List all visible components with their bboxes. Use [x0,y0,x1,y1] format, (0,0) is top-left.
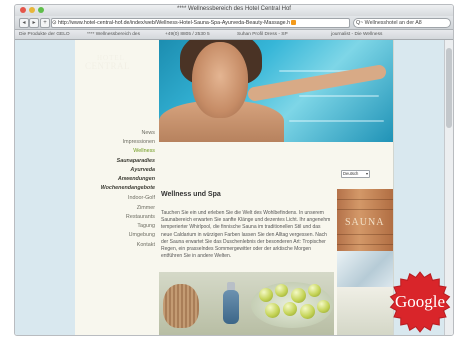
nav-item-wochenendangebote[interactable]: Wochenendangebote [101,185,155,191]
rss-icon[interactable] [291,20,297,25]
nav-item-zimmer[interactable]: Zimmer [137,205,155,211]
logo-main-text: CENTRAL [85,61,130,71]
nav-item-impressionen[interactable]: Impressionen [123,139,155,145]
forward-arrow-icon[interactable]: ▸ [29,18,39,28]
nav-item-kontakt[interactable]: Kontakt [137,242,155,248]
content-heading: Wellness und Spa [161,191,221,198]
relaxation-image [337,287,393,335]
language-select[interactable]: Deutsch ▾ [341,170,370,178]
nav-item-anwendungen[interactable]: Anwendungen [118,176,155,182]
url-text: http://www.hotel-central-hof.de/index/we… [57,20,291,26]
bookmarks-bar: Die Produkte der GELO **** Wellnessberei… [15,30,453,40]
side-photo-strip: SAUNA [337,189,393,335]
address-bar[interactable]: ⊙ http://www.hotel-central-hof.de/index/… [51,18,350,28]
title-bar: **** Wellnessbereich des Hotel Central H… [15,5,453,16]
nav-item-restaurants[interactable]: Restaurants [126,214,155,220]
bookmark-item[interactable]: **** Wellnessbereich des [87,30,140,39]
bookmark-item[interactable]: Suhan Profil Dress - SP [237,30,288,39]
nav-item-saunaparadies[interactable]: Saunaparadies [117,158,155,164]
scrollbar-thumb[interactable] [446,48,452,128]
browser-toolbar: ◂ ▸ + ⊙ http://www.hotel-central-hof.de/… [15,16,453,30]
bottle-image-detail [223,290,239,324]
spa-products-image [159,272,334,335]
page-viewport: HOTEL CENTRAL News Impressionen Wellness… [15,40,444,335]
sauna-sign-text: SAUNA [345,217,385,228]
nav-item-tagung[interactable]: Tagung [137,223,155,229]
nav-item-indoor-golf[interactable]: Indoor-Golf [128,195,155,201]
sauna-image: SAUNA [337,189,393,251]
add-bookmark-icon[interactable]: + [40,18,50,28]
site-favicon-icon: ⊙ [52,20,57,26]
nav-item-news[interactable]: News [142,130,155,136]
hero-image-woman-in-pool [159,40,394,142]
search-input[interactable]: Q~ Wellnesshotel an der A8 [353,18,451,28]
nav-item-umgebung[interactable]: Umgebung [129,232,155,238]
nav-item-ayurveda[interactable]: Ayurveda [130,167,155,173]
bookmark-item[interactable]: Die Produkte der GELO [19,30,70,39]
window-title: **** Wellnessbereich des Hotel Central H… [177,6,291,12]
content-paragraph: Tauchen Sie ein und erleben Sie die Welt… [161,210,331,260]
language-select-value: Deutsch [343,171,359,176]
nav-item-wellness[interactable]: Wellness [133,148,155,154]
bookmark-item[interactable]: +49(0) 8805 / 2530 5 [165,30,210,39]
spa-room-image [337,251,393,287]
google-badge: Google [387,271,453,333]
brush-image-detail [163,284,199,328]
google-badge-label: Google [394,292,446,311]
back-arrow-icon[interactable]: ◂ [19,18,29,28]
chevron-down-icon: ▾ [365,171,368,176]
website-page: HOTEL CENTRAL News Impressionen Wellness… [75,40,394,335]
bookmark-item[interactable]: journalist - Die Wellness [331,30,382,39]
